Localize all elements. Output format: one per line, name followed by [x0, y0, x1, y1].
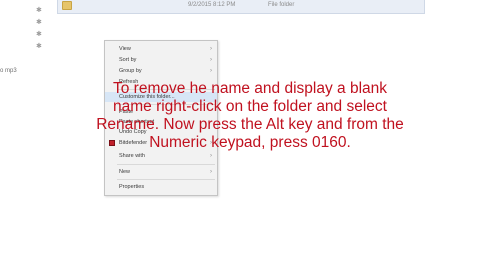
- menu-item-label: Share with: [119, 153, 145, 159]
- chevron-right-icon: ›: [210, 68, 212, 74]
- pin-icon[interactable]: ✱: [36, 19, 42, 26]
- menu-item-label: View: [119, 46, 131, 52]
- sidebar-label[interactable]: o mp3: [0, 68, 17, 74]
- menu-item-view[interactable]: View ›: [105, 44, 217, 54]
- chevron-right-icon: ›: [210, 57, 212, 63]
- menu-separator: [117, 179, 215, 180]
- instruction-line: name right-click on the folder and selec…: [113, 98, 387, 115]
- menu-item-label: Group by: [119, 68, 142, 74]
- instruction-line: Rename. Now press the Alt key and from t…: [96, 116, 404, 133]
- chevron-right-icon: ›: [210, 46, 212, 52]
- menu-item-label: New: [119, 169, 131, 175]
- file-date: 9/2/2015 8:12 PM: [188, 2, 236, 8]
- chevron-right-icon: ›: [210, 169, 212, 175]
- menu-item-new[interactable]: New ›: [105, 167, 217, 177]
- instruction-line: To remove he name and display a blank: [113, 80, 387, 97]
- chevron-right-icon: ›: [210, 153, 212, 159]
- file-row[interactable]: 9/2/2015 8:12 PM File folder: [57, 0, 425, 14]
- instruction-line: Numeric keypad, press 0160.: [149, 134, 351, 151]
- folder-icon: [62, 1, 72, 10]
- file-type: File folder: [268, 2, 295, 8]
- instruction-overlay: To remove he name and display a blank na…: [40, 80, 460, 152]
- menu-item-sort-by[interactable]: Sort by ›: [105, 55, 217, 65]
- menu-item-properties[interactable]: Properties: [105, 182, 217, 192]
- menu-separator: [117, 164, 215, 165]
- menu-item-label: Sort by: [119, 57, 137, 63]
- menu-item-label: Properties: [119, 184, 145, 190]
- menu-item-share-with[interactable]: Share with ›: [105, 151, 217, 161]
- menu-item-group-by[interactable]: Group by ›: [105, 66, 217, 76]
- pin-icon[interactable]: ✱: [36, 31, 42, 38]
- pin-icon[interactable]: ✱: [36, 7, 42, 14]
- pin-icon[interactable]: ✱: [36, 43, 42, 50]
